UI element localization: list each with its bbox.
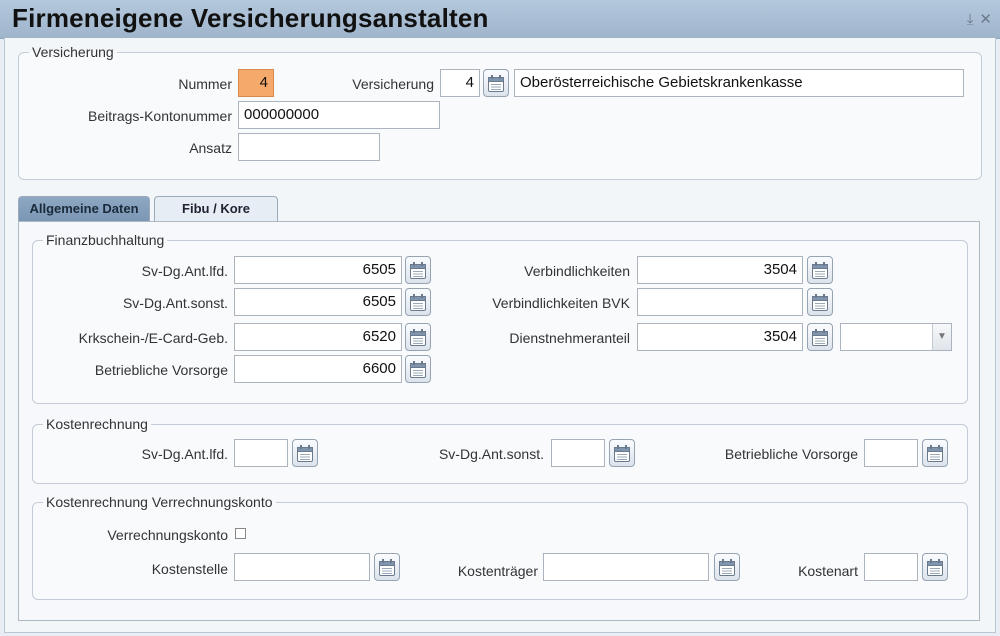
finanz-verbindlichkeiten-field[interactable]: 3504 [637,256,803,284]
finanz-betriebliche-vorsorge-field[interactable]: 6600 [234,355,402,383]
finanz-sv-dg-ant-lfd-lookup-button[interactable] [405,256,431,284]
verrechnungskonto-checkbox[interactable] [235,528,246,539]
finanzbuchhaltung-legend: Finanzbuchhaltung [46,232,165,248]
chevron-down-icon[interactable]: ▼ [932,324,951,350]
kostenart-label: Kostenart [798,563,858,579]
kostenstelle-lookup-button[interactable] [374,553,400,581]
kosten-sv-dg-ant-lfd-field[interactable] [234,439,288,467]
finanz-sv-dg-ant-sonst-lookup-button[interactable] [405,288,431,316]
finanz-verbindlichkeiten-label: Verbindlichkeiten [524,263,630,279]
tab-allgemeine-daten[interactable]: Allgemeine Daten [18,196,150,222]
window-title: Firmeneigene Versicherungsanstalten [12,3,489,33]
versicherung-legend: Versicherung [32,44,114,60]
kostenart-field[interactable] [864,553,918,581]
kostentraeger-lookup-button[interactable] [714,553,740,581]
close-icon[interactable]: ✕ [979,11,992,28]
kosten-betriebliche-vorsorge-field[interactable] [864,439,918,467]
finanz-verbindlichkeiten-lookup-button[interactable] [807,256,833,284]
versicherung-name-field[interactable]: Oberösterreichische Gebietskrankenkasse [514,69,964,97]
calendar-lookup-icon [719,559,735,576]
finanz-sv-dg-ant-lfd-label: Sv-Dg.Ant.lfd. [141,263,228,279]
finanz-dienstnehmeranteil-field[interactable]: 3504 [637,323,803,351]
finanz-sv-dg-ant-lfd-field[interactable]: 6505 [234,256,402,284]
finanz-verbindlichkeiten-bvk-lookup-button[interactable] [807,288,833,316]
ansatz-label: Ansatz [189,140,232,156]
verrechnungskonto-label: Verrechnungskonto [107,527,228,543]
nummer-field[interactable]: 4 [238,69,274,97]
verrechnungskonto-legend: Kostenrechnung Verrechnungskonto [46,494,273,510]
calendar-lookup-icon [812,294,828,311]
verrechnungskonto-group: Kostenrechnung Verrechnungskonto [32,494,968,600]
kostentraeger-field[interactable] [543,553,709,581]
kosten-sv-dg-ant-lfd-label: Sv-Dg.Ant.lfd. [141,446,228,462]
versicherung-label: Versicherung [352,76,434,92]
kosten-betriebliche-vorsorge-lookup-button[interactable] [922,439,948,467]
kosten-sv-dg-ant-sonst-label: Sv-Dg.Ant.sonst. [438,446,544,462]
finanz-betriebliche-vorsorge-label: Betriebliche Vorsorge [94,362,228,378]
kosten-sv-dg-ant-sonst-lookup-button[interactable] [609,439,635,467]
kosten-sv-dg-ant-sonst-field[interactable] [551,439,605,467]
tab-fibu-kore[interactable]: Fibu / Kore [154,196,278,222]
beitrags-kontonummer-field[interactable]: 000000000 [238,101,440,129]
app-window: Firmeneigene Versicherungsanstalten ⤓ ✕ V… [0,0,1000,636]
beitrags-kontonummer-label: Beitrags-Kontonummer [88,108,232,124]
calendar-lookup-icon [927,445,943,462]
kostenart-lookup-button[interactable] [922,553,948,581]
finanz-betriebliche-vorsorge-lookup-button[interactable] [405,355,431,383]
calendar-lookup-icon [812,329,828,346]
kostenrechnung-legend: Kostenrechnung [46,416,148,432]
window-controls: ⤓ ✕ [961,10,992,28]
finanz-krkschein-lookup-button[interactable] [405,323,431,351]
calendar-lookup-icon [410,361,426,378]
finanz-verbindlichkeiten-bvk-label: Verbindlichkeiten BVK [492,295,630,311]
kostenstelle-label: Kostenstelle [151,561,228,577]
nummer-label: Nummer [178,76,232,92]
finanz-krkschein-label: Krkschein-/E-Card-Geb. [78,330,228,346]
kostentraeger-label: Kostenträger [457,563,538,579]
pin-icon[interactable]: ⤓ [967,11,974,28]
finanz-verbindlichkeiten-bvk-field[interactable] [637,288,803,316]
ansatz-field[interactable] [238,133,380,161]
calendar-lookup-icon [614,445,630,462]
calendar-lookup-icon [488,75,504,92]
calendar-lookup-icon [927,559,943,576]
kosten-betriebliche-vorsorge-label: Betriebliche Vorsorge [724,446,858,462]
finanz-dienstnehmeranteil-lookup-button[interactable] [807,323,833,351]
kostenstelle-field[interactable] [234,553,370,581]
versicherung-lookup-button[interactable] [483,69,509,97]
finanz-sv-dg-ant-sonst-label: Sv-Dg.Ant.sonst. [122,295,228,311]
calendar-lookup-icon [379,559,395,576]
calendar-lookup-icon [410,329,426,346]
calendar-lookup-icon [410,262,426,279]
calendar-lookup-icon [297,445,313,462]
title-bar: Firmeneigene Versicherungsanstalten ⤓ ✕ [0,0,1000,39]
finanz-krkschein-field[interactable]: 6520 [234,323,402,351]
calendar-lookup-icon [812,262,828,279]
finanz-sv-dg-ant-sonst-field[interactable]: 6505 [234,288,402,316]
versicherung-code-field[interactable]: 4 [440,69,480,97]
kosten-sv-dg-ant-lfd-lookup-button[interactable] [292,439,318,467]
dienstnehmeranteil-dropdown[interactable]: ▼ [840,323,952,351]
calendar-lookup-icon [410,294,426,311]
finanz-dienstnehmeranteil-label: Dienstnehmeranteil [509,330,630,346]
